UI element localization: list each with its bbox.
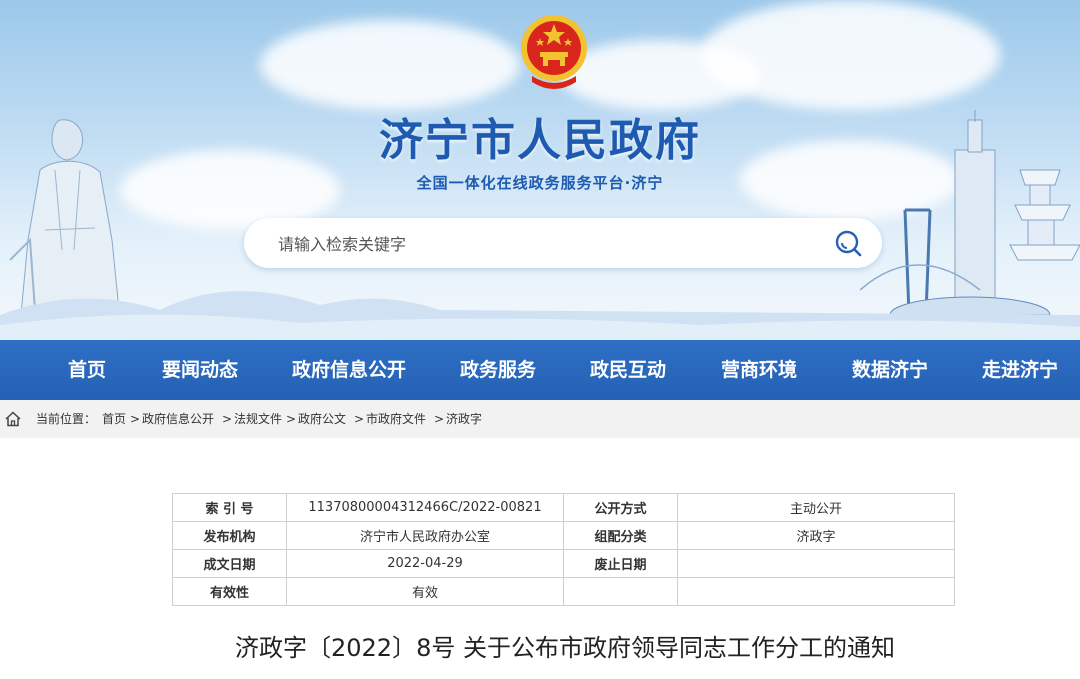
search-box bbox=[244, 218, 882, 270]
site-subtitle: 全国一体化在线政务服务平台·济宁 bbox=[416, 174, 664, 192]
header-banner: 济宁市人民政府 全国一体化在线政务服务平台·济宁 bbox=[0, 0, 1080, 340]
value-disclosure-method: 主动公开 bbox=[677, 493, 955, 522]
nav-item-data[interactable]: 数据济宁 bbox=[852, 340, 928, 400]
search-icon[interactable] bbox=[834, 229, 862, 257]
document-info-table: 索 引 号 11370800004312466C/2022-00821 公开方式… bbox=[172, 493, 955, 606]
nav-item-about-jining[interactable]: 走进济宁 bbox=[982, 340, 1058, 400]
document-title: 济政字〔2022〕8号 关于公布市政府领导同志工作分工的通知 bbox=[235, 634, 895, 662]
label-category: 组配分类 bbox=[563, 521, 678, 550]
value-validity: 有效 bbox=[286, 577, 564, 606]
breadcrumb-item-city-docs[interactable]: 市政府文件 bbox=[366, 400, 426, 438]
empty-cell bbox=[563, 577, 678, 606]
breadcrumb-item-gov-info[interactable]: 政府信息公开 bbox=[142, 400, 214, 438]
nav-item-home[interactable]: 首页 bbox=[68, 340, 106, 400]
cloud-decoration bbox=[260, 20, 520, 110]
nav-item-gov-info[interactable]: 政府信息公开 bbox=[292, 340, 406, 400]
breadcrumb-separator: > bbox=[222, 412, 233, 426]
main-nav: 首页 要闻动态 政府信息公开 政务服务 政民互动 营商环境 数据济宁 走进济宁 bbox=[0, 340, 1080, 400]
label-disclosure-method: 公开方式 bbox=[563, 493, 678, 522]
breadcrumb-item-current[interactable]: 济政字 bbox=[446, 400, 482, 438]
home-icon bbox=[5, 411, 21, 427]
value-index-number: 11370800004312466C/2022-00821 bbox=[286, 493, 564, 522]
breadcrumb-item-regulations[interactable]: 法规文件 bbox=[234, 400, 282, 438]
table-row: 索 引 号 11370800004312466C/2022-00821 公开方式… bbox=[172, 493, 955, 522]
nav-item-services[interactable]: 政务服务 bbox=[460, 340, 536, 400]
nav-item-news[interactable]: 要闻动态 bbox=[162, 340, 238, 400]
label-index-number: 索 引 号 bbox=[172, 493, 287, 522]
label-repeal-date: 废止日期 bbox=[563, 549, 678, 578]
breadcrumb: 当前位置： 首页 > 政府信息公开 > 法规文件 > 政府公文 > 市政府文件 … bbox=[0, 400, 1080, 438]
nav-item-business-env[interactable]: 营商环境 bbox=[721, 340, 797, 400]
table-row: 成文日期 2022-04-29 废止日期 bbox=[172, 549, 955, 578]
site-title: 济宁市人民政府 bbox=[379, 115, 701, 166]
label-written-date: 成文日期 bbox=[172, 549, 287, 578]
nav-item-interaction[interactable]: 政民互动 bbox=[590, 340, 666, 400]
label-publisher: 发布机构 bbox=[172, 521, 287, 550]
breadcrumb-item-gov-docs[interactable]: 政府公文 bbox=[298, 400, 346, 438]
table-row: 有效性 有效 bbox=[172, 577, 955, 606]
empty-cell bbox=[677, 577, 955, 606]
table-row: 发布机构 济宁市人民政府办公室 组配分类 济政字 bbox=[172, 521, 955, 550]
breadcrumb-separator: > bbox=[286, 412, 297, 426]
value-category: 济政字 bbox=[677, 521, 955, 550]
value-written-date: 2022-04-29 bbox=[286, 549, 564, 578]
breadcrumb-separator: > bbox=[354, 412, 365, 426]
breadcrumb-separator: > bbox=[434, 412, 445, 426]
value-repeal-date bbox=[677, 549, 955, 578]
cloud-decoration bbox=[700, 0, 1000, 110]
breadcrumb-item-home[interactable]: 首页 bbox=[102, 400, 126, 438]
breadcrumb-prefix: 当前位置： bbox=[36, 412, 97, 426]
breadcrumb-separator: > bbox=[130, 412, 141, 426]
search-input[interactable] bbox=[276, 218, 820, 270]
label-validity: 有效性 bbox=[172, 577, 287, 606]
value-publisher: 济宁市人民政府办公室 bbox=[286, 521, 564, 550]
national-emblem-icon bbox=[521, 15, 587, 89]
